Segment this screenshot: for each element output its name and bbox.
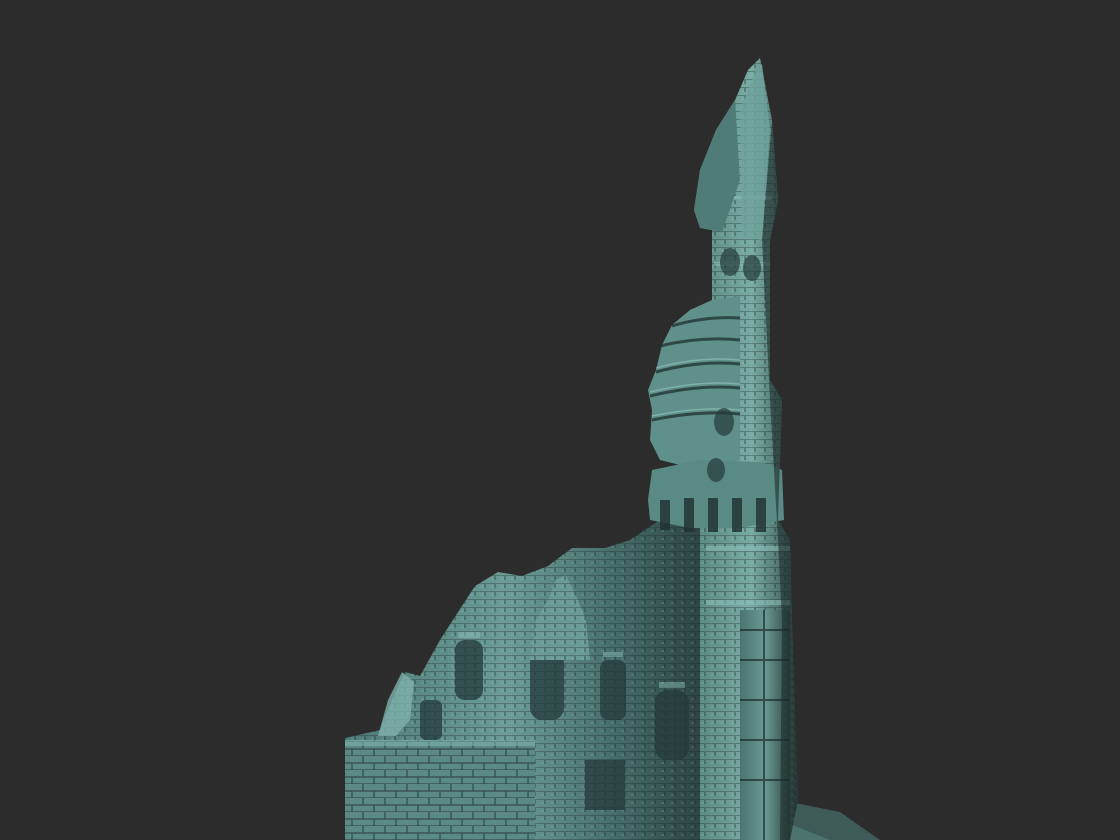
ruined-wall [345,520,710,840]
temple-ruin-sculpt [345,58,880,840]
sculpt-viewport[interactable] [0,0,1120,840]
